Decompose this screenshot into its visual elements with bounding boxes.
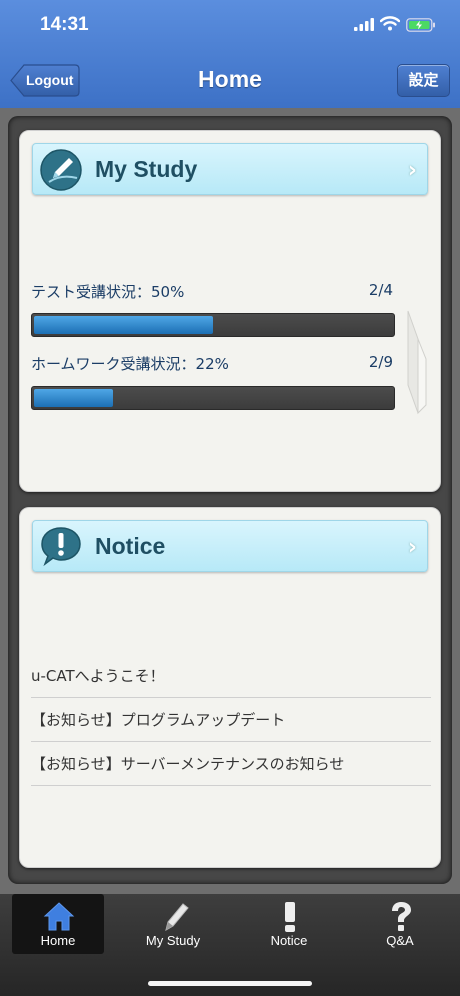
notice-title: Notice <box>95 533 166 559</box>
homework-progress-bar <box>31 386 395 410</box>
test-progress-fill <box>34 316 213 334</box>
notice-item[interactable]: 【お知らせ】サーバーメンテナンスのお知らせ <box>31 742 431 786</box>
house-icon <box>43 902 75 931</box>
status-bar: 14:31 <box>0 0 460 50</box>
pencil-badge-icon <box>40 149 82 191</box>
wifi-icon <box>380 16 400 31</box>
notice-item[interactable]: u-CATへようこそ！ <box>31 654 431 698</box>
my-study-title: My Study <box>95 156 198 182</box>
question-icon <box>392 902 411 931</box>
tab-my-study-label: My Study <box>145 933 201 948</box>
test-progress-count: 2/4 <box>368 281 393 299</box>
my-study-card: My Study › テスト受講状況：50% 2/4 ホームワーク受講状況：22… <box>19 130 441 492</box>
notice-card: Notice › u-CATへようこそ！ 【お知らせ】プログラムアップデート 【… <box>19 507 441 868</box>
exclamation-icon <box>285 902 295 932</box>
homework-progress-count: 2/9 <box>368 353 393 371</box>
top-header: 14:31 Logout Home 設定 <box>0 0 460 108</box>
tab-qa[interactable]: Q&A <box>354 894 446 954</box>
test-progress-label: テスト受講状況：50% <box>31 283 185 301</box>
settings-button[interactable]: 設定 <box>397 64 450 97</box>
tab-qa-label: Q&A <box>386 933 414 948</box>
notice-header[interactable]: Notice › <box>32 520 428 572</box>
notice-item[interactable]: 【お知らせ】プログラムアップデート <box>31 698 431 742</box>
homework-progress-label: ホームワーク受講状況：22% <box>31 355 229 373</box>
status-time: 14:31 <box>40 14 89 35</box>
chevron-right-icon: › <box>407 158 417 183</box>
tab-home[interactable]: Home <box>12 894 104 954</box>
page-next-tab-icon[interactable] <box>406 309 428 415</box>
tab-home-label: Home <box>40 933 76 948</box>
tab-notice-label: Notice <box>270 933 308 948</box>
my-study-header[interactable]: My Study › <box>32 143 428 195</box>
tab-my-study[interactable]: My Study <box>127 894 219 954</box>
chevron-right-icon: › <box>407 535 417 560</box>
battery-icon <box>406 18 435 32</box>
notice-list: u-CATへようこそ！ 【お知らせ】プログラムアップデート 【お知らせ】サーバー… <box>31 654 431 786</box>
tab-notice[interactable]: Notice <box>243 894 335 954</box>
cellular-signal-icon <box>354 18 374 31</box>
test-progress-bar <box>31 313 395 337</box>
exclamation-bubble-icon <box>41 527 81 567</box>
page-title: Home <box>198 66 262 92</box>
home-indicator <box>148 981 312 986</box>
pencil-icon <box>165 903 189 932</box>
homework-progress-fill <box>34 389 113 407</box>
